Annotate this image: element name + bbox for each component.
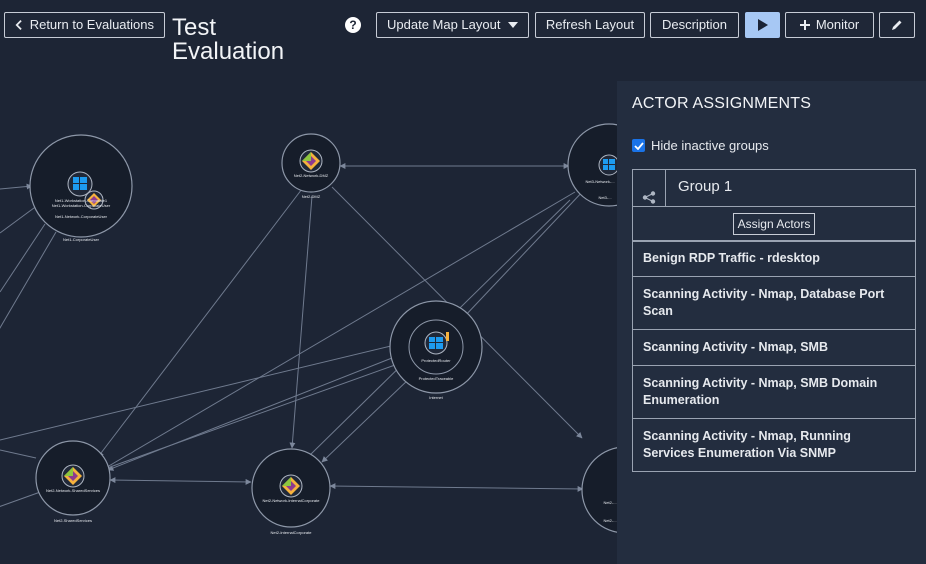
chevron-left-icon bbox=[15, 20, 22, 30]
actor-assignments-panel: ACTOR ASSIGNMENTS Hide inactive groups G… bbox=[617, 81, 926, 564]
monitor-button[interactable]: Monitor bbox=[785, 12, 874, 38]
svg-text:Net2-Network-DMZ: Net2-Network-DMZ bbox=[294, 173, 329, 178]
linux-icon bbox=[61, 464, 85, 488]
actor-list: Benign RDP Traffic - rdesktop Scanning A… bbox=[632, 240, 916, 472]
hide-inactive-groups-toggle[interactable]: Hide inactive groups bbox=[632, 138, 769, 153]
page-title: Test Evaluation bbox=[172, 16, 284, 64]
hide-inactive-checkbox[interactable] bbox=[632, 139, 645, 152]
page-title-line-2: Evaluation bbox=[172, 38, 285, 65]
share-button[interactable] bbox=[633, 170, 666, 206]
svg-text:Net2-Network-SharedServices: Net2-Network-SharedServices bbox=[46, 488, 100, 493]
actor-item[interactable]: Scanning Activity - Nmap, Database Port … bbox=[632, 277, 916, 330]
actor-item[interactable]: Benign RDP Traffic - rdesktop bbox=[632, 240, 916, 277]
svg-text:ProtectedTraceable: ProtectedTraceable bbox=[419, 376, 455, 381]
actor-item[interactable]: Scanning Activity - Nmap, SMB bbox=[632, 330, 916, 366]
svg-text:Net1-Network-CorporateUser: Net1-Network-CorporateUser bbox=[55, 214, 108, 219]
network-node[interactable]: Net1-Workstation-Corporate1 Net1-Worksta… bbox=[29, 134, 133, 242]
svg-text:Net2-...: Net2-... bbox=[603, 500, 616, 505]
node-caption: Internet bbox=[429, 395, 443, 400]
monitor-label: Monitor bbox=[815, 17, 860, 32]
play-icon bbox=[757, 19, 768, 31]
network-node[interactable]: Net2-Network-SharedServices Net2-SharedS… bbox=[35, 440, 111, 523]
svg-text:Net2-Network-InternalCorporate: Net2-Network-InternalCorporate bbox=[263, 498, 321, 503]
network-node[interactable]: Net2-Network-InternalCorporate Net2-Inte… bbox=[251, 448, 331, 535]
share-icon bbox=[642, 191, 656, 204]
panel-title: ACTOR ASSIGNMENTS bbox=[632, 95, 812, 112]
svg-text:Net1-Workstation-CorporateUser: Net1-Workstation-CorporateUser bbox=[52, 203, 111, 208]
group-name: Group 1 bbox=[678, 178, 733, 195]
pencil-icon bbox=[892, 20, 902, 30]
node-caption: Net2-SharedServices bbox=[54, 518, 92, 523]
network-node[interactable]: ProtectedRouter ProtectedTraceable Inter… bbox=[389, 300, 483, 400]
assign-actors-button[interactable]: Assign Actors bbox=[732, 212, 816, 235]
linux-icon bbox=[299, 149, 323, 173]
update-map-layout-dropdown[interactable]: Update Map Layout bbox=[376, 12, 529, 38]
help-icon[interactable]: ? bbox=[345, 17, 361, 33]
plus-icon bbox=[799, 20, 810, 30]
play-button[interactable] bbox=[745, 12, 780, 38]
node-caption: Net1-CorporateUser bbox=[63, 237, 100, 242]
update-layout-label: Update Map Layout bbox=[387, 17, 501, 32]
node-caption: Net2-InternalCorporate bbox=[271, 530, 313, 535]
svg-text:ProtectedRouter: ProtectedRouter bbox=[421, 358, 451, 363]
checkmark-icon bbox=[633, 141, 644, 150]
return-to-evaluations-button[interactable]: Return to Evaluations bbox=[4, 12, 165, 38]
description-label: Description bbox=[661, 17, 728, 32]
actor-item[interactable]: Scanning Activity - Nmap, SMB Domain Enu… bbox=[632, 366, 916, 419]
windows-icon bbox=[598, 154, 620, 176]
svg-text:Net2-...: Net2-... bbox=[603, 518, 616, 523]
network-node[interactable]: Net2-Network-DMZ Net2-DMZ bbox=[281, 133, 341, 199]
refresh-layout-label: Refresh Layout bbox=[545, 17, 635, 32]
group-card: Group 1 Assign Actors bbox=[632, 169, 916, 242]
description-button[interactable]: Description bbox=[650, 12, 739, 38]
page-title-line-1: Test bbox=[172, 14, 217, 41]
actor-item[interactable]: Scanning Activity - Nmap, Running Servic… bbox=[632, 419, 916, 472]
svg-text:Net3-Network-...: Net3-Network-... bbox=[585, 179, 614, 184]
node-caption: Net2-DMZ bbox=[302, 194, 321, 199]
return-label: Return to Evaluations bbox=[29, 17, 154, 32]
refresh-layout-button[interactable]: Refresh Layout bbox=[535, 12, 645, 38]
caret-down-icon bbox=[508, 22, 518, 28]
linux-icon bbox=[279, 474, 303, 498]
edit-button[interactable] bbox=[879, 12, 915, 38]
hide-inactive-label: Hide inactive groups bbox=[651, 138, 769, 153]
svg-text:Net3-...: Net3-... bbox=[598, 195, 611, 200]
